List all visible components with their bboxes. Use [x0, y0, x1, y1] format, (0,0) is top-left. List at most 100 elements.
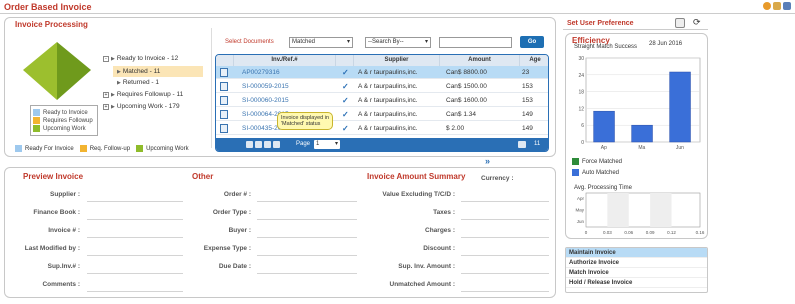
- search-input[interactable]: [439, 37, 512, 48]
- table-row[interactable]: SI-000435-2015 ✓ A & r taurpaulins,inc. $ 2…: [216, 122, 548, 135]
- tree-requires-followup[interactable]: + ▶ Requires Followup - 11: [103, 91, 183, 98]
- col-header-age[interactable]: Age: [520, 55, 548, 66]
- preview-field-value: [87, 201, 183, 202]
- user-icon[interactable]: [773, 2, 781, 10]
- summary-field-value: [461, 219, 549, 220]
- summary-field-value: [461, 255, 549, 256]
- other-field-label: Order Type :: [212, 209, 251, 216]
- chevron-right-icon: ▶: [111, 103, 115, 110]
- chevron-right-icon: ▶: [117, 68, 121, 75]
- select-documents-dropdown[interactable]: Matched ▾: [289, 37, 353, 48]
- age-cell: 149: [522, 125, 533, 132]
- page-value: 1: [316, 141, 320, 147]
- search-by-value: --Search By--: [368, 39, 404, 45]
- bar-ap: [593, 110, 615, 143]
- chevron-down-icon: ▾: [424, 39, 428, 45]
- go-button[interactable]: Go: [520, 36, 544, 48]
- x-tick-label: 0.09: [646, 230, 655, 235]
- age-cell: 149: [522, 111, 533, 118]
- document-icon[interactable]: [220, 96, 228, 105]
- legend-upcoming: Upcoming Work: [33, 125, 95, 132]
- document-icon[interactable]: [220, 68, 228, 77]
- collapse-icon[interactable]: -: [103, 55, 109, 62]
- pyramid-chart-icon: [23, 42, 91, 100]
- x-tick-label: 0: [585, 230, 588, 235]
- currency-label: Currency :: [481, 175, 514, 182]
- bottom-legend-ready: Ready For Invoice: [15, 145, 74, 152]
- bottom-legend-upcoming: Upcoming Work: [136, 145, 189, 152]
- col-header-icon: [216, 55, 234, 66]
- bottom-legend: Ready For Invoice Req. Follow-up Upcomin…: [15, 145, 189, 152]
- menu-maintain-invoice[interactable]: Maintain Invoice: [566, 248, 707, 258]
- menu-hold-release-invoice[interactable]: Hold / Release Invoice: [566, 278, 707, 288]
- legend-ready-label: Ready to Invoice: [43, 109, 88, 116]
- x-tick-label: Ma: [638, 145, 645, 151]
- tree-upcoming-work[interactable]: + ▶ Upcoming Work - 179: [103, 103, 180, 110]
- preview-field-label: Last Modified by :: [24, 245, 80, 252]
- y-tick-label: 0: [581, 140, 584, 146]
- inv-ref-cell[interactable]: SI-000059-2015: [242, 80, 336, 93]
- expand-icon[interactable]: +: [103, 91, 109, 98]
- col-header-amount[interactable]: Amount: [440, 55, 520, 66]
- inv-ref-cell[interactable]: AP00279316: [242, 66, 336, 79]
- y-tick-label: 12: [578, 106, 584, 112]
- other-field-label: Order # :: [223, 191, 251, 198]
- chevron-right-icon: ▶: [111, 55, 115, 62]
- refresh-icon[interactable]: ⟳: [693, 18, 701, 27]
- y-tick-label: Apr: [577, 196, 585, 201]
- search-by-dropdown[interactable]: --Search By-- ▾: [365, 37, 431, 48]
- expand-arrow-icon[interactable]: »: [485, 156, 490, 166]
- y-tick-label: May: [575, 208, 584, 213]
- efficiency-panel: Efficiency 28 Jun 2016 Straight Match Su…: [565, 33, 708, 239]
- document-icon[interactable]: [220, 110, 228, 119]
- preview-field-label: Finance Book :: [33, 209, 80, 216]
- summary-field-value: [461, 273, 549, 274]
- legend-force-label: Force Matched: [582, 158, 623, 165]
- settings-icon[interactable]: [783, 2, 791, 10]
- first-page-icon[interactable]: [246, 141, 253, 148]
- next-page-icon[interactable]: [264, 141, 271, 148]
- table-row[interactable]: SI-000060-2015 ✓ A & r taurpaulins,inc. Can…: [216, 94, 548, 107]
- document-icon[interactable]: [220, 124, 228, 133]
- menu-match-invoice[interactable]: Match Invoice: [566, 268, 707, 278]
- tree-returned[interactable]: ▶ Returned - 1: [117, 79, 159, 86]
- tree-ready-to-invoice[interactable]: - ▶ Ready to Invoice - 12: [103, 55, 178, 62]
- set-user-preference-title[interactable]: Set User Preference: [567, 20, 634, 27]
- other-field-label: Due Date :: [218, 263, 251, 270]
- preview-field-value: [87, 219, 183, 220]
- table-row[interactable]: AP00279316 ✓ A & r taurpaulins,inc. Can$ 88…: [216, 66, 548, 79]
- preview-field-label: Invoice # :: [48, 227, 80, 234]
- prev-page-icon[interactable]: [255, 141, 262, 148]
- total-pages: 11: [534, 141, 541, 147]
- help-icon[interactable]: [763, 2, 771, 10]
- y-tick-label: 6: [581, 123, 584, 129]
- supplier-cell: A & r taurpaulins,inc.: [358, 111, 418, 118]
- preview-invoice-title: Preview Invoice: [23, 172, 84, 181]
- summary-field-label: Taxes :: [433, 209, 455, 216]
- page-select[interactable]: 1 ▾: [314, 140, 340, 149]
- table-row[interactable]: SI-000059-2015 ✓ A & r taurpaulins,inc. Can…: [216, 80, 548, 93]
- gear-icon[interactable]: [675, 18, 685, 28]
- document-icon[interactable]: [220, 82, 228, 91]
- col-header-inv[interactable]: Inv./Ref.#: [234, 55, 336, 66]
- inv-ref-cell[interactable]: SI-000060-2015: [242, 94, 336, 107]
- menu-authorize-invoice[interactable]: Authorize Invoice: [566, 258, 707, 268]
- grid-band: [650, 193, 672, 227]
- tree-upcoming-label: Upcoming Work - 179: [116, 103, 180, 110]
- invoice-amount-summary-title: Invoice Amount Summary: [367, 172, 466, 181]
- preview-field-label: Comments :: [42, 281, 80, 288]
- summary-field-label: Sup. Inv. Amount :: [398, 263, 455, 270]
- preview-field-value: [87, 291, 183, 292]
- tree-matched[interactable]: ▶ Matched - 11: [113, 66, 203, 77]
- expand-icon[interactable]: +: [103, 103, 109, 110]
- last-page-icon[interactable]: [273, 141, 280, 148]
- other-field-value: [257, 255, 357, 256]
- page-grid-icon[interactable]: [518, 141, 526, 148]
- set-user-preference-bar: Set User Preference ⟳: [563, 17, 708, 30]
- amount-cell: Can$ 8800.00: [446, 69, 487, 76]
- supplier-cell: A & r taurpaulins,inc.: [358, 69, 418, 76]
- tree-ready-label: Ready to Invoice - 12: [116, 55, 179, 62]
- x-tick-label: 0.12: [667, 230, 676, 235]
- col-header-supplier[interactable]: Supplier: [354, 55, 440, 66]
- table-row[interactable]: SI-000064-2015 ✓ A & r taurpaulins,inc. Can…: [216, 108, 548, 121]
